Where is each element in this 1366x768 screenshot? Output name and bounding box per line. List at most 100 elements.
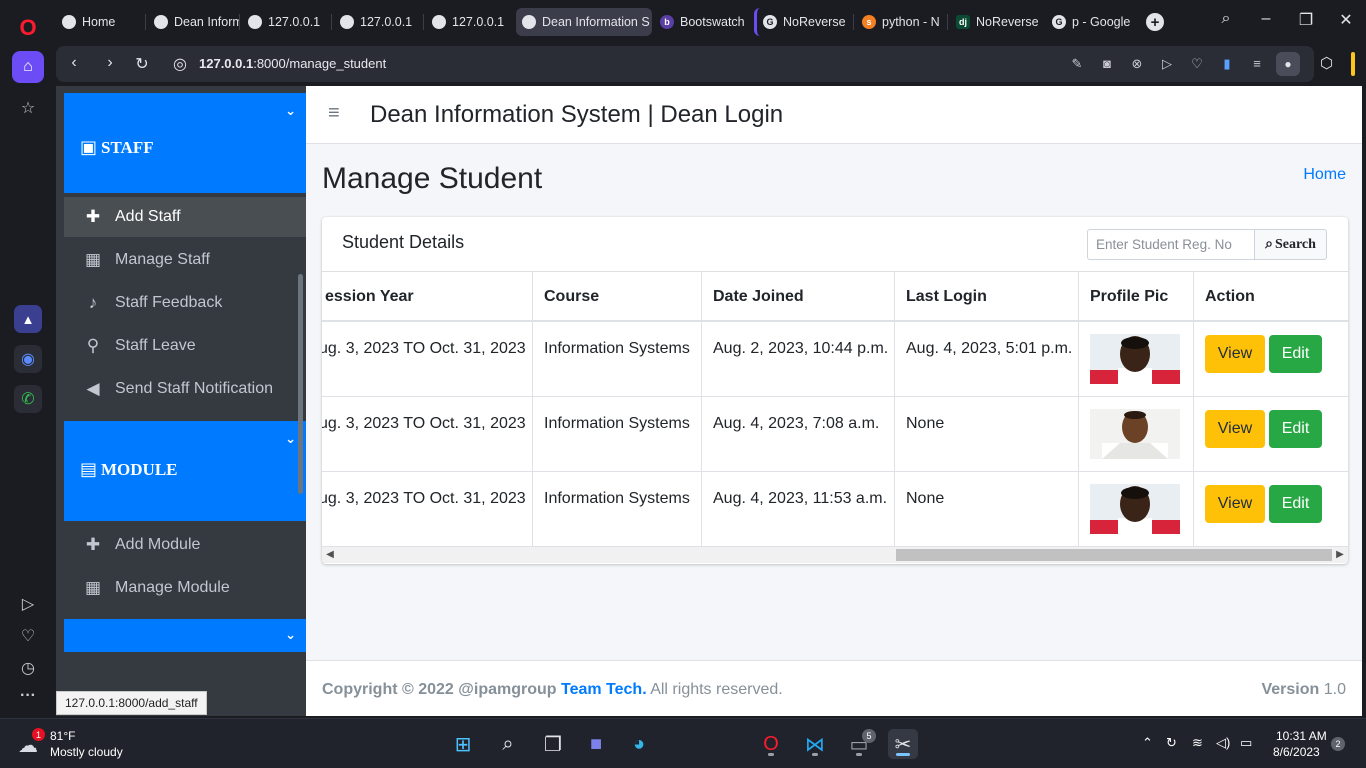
minimize-button[interactable]: – — [1254, 10, 1278, 28]
volume-icon[interactable]: ◁) — [1216, 735, 1230, 751]
scroll-right-arrow-icon[interactable]: ▶ — [1332, 547, 1348, 563]
tab[interactable]: s python - N — [856, 8, 948, 36]
view-button[interactable]: View — [1205, 485, 1265, 523]
table-horizontal-scrollbar[interactable]: ◀ ▶ — [322, 547, 1348, 563]
link-status-tooltip: 127.0.0.1:8000/add_staff — [56, 691, 207, 715]
tab[interactable]: 127.0.0.1 — [334, 8, 424, 36]
chevron-down-icon[interactable]: ⌄ — [285, 431, 296, 447]
url-field[interactable]: 127.0.0.1:8000/manage_student — [199, 56, 386, 71]
scroll-left-arrow-icon[interactable]: ◀ — [322, 547, 338, 563]
sidebar-item-add-staff[interactable]: ✚ Add Staff — [64, 197, 306, 237]
sidebar-item-add-module[interactable]: ✚ Add Module — [64, 525, 306, 565]
google-icon: G — [763, 15, 777, 29]
sidebar-item-staff-leave[interactable]: ⚲ Staff Leave — [64, 326, 306, 366]
extensions-icon[interactable]: ⬡ — [1320, 54, 1333, 72]
search-tabs-icon[interactable]: ⌕ — [1214, 10, 1238, 28]
maximize-button[interactable]: ❐ — [1294, 10, 1318, 30]
clock-date[interactable]: 8/6/2023 — [1273, 745, 1320, 759]
view-button[interactable]: View — [1205, 410, 1265, 448]
tab[interactable]: dj NoReverse — [950, 8, 1042, 36]
tab[interactable]: Dean Inform — [148, 8, 240, 36]
bootswatch-icon: b — [660, 15, 674, 29]
card-header: Student Details ⌕Search — [322, 217, 1348, 272]
star-icon[interactable]: ☆ — [12, 92, 44, 124]
wifi-icon[interactable]: ≋ — [1192, 735, 1203, 751]
player-icon[interactable]: ▷ — [12, 588, 44, 620]
hamburger-menu-icon[interactable]: ≡ — [328, 102, 340, 125]
app-sidebar: ▣ STAFF ⌄ ✚ Add Staff ▦ Manage Staff ♪ Staff… — [56, 86, 306, 716]
edit-button[interactable]: Edit — [1269, 335, 1322, 373]
search-icon[interactable]: ⌕ — [493, 729, 523, 759]
task-view-icon[interactable]: ❐ — [538, 729, 568, 759]
menu-header-staff[interactable]: ▣ STAFF ⌄ — [64, 93, 306, 193]
column-header: Action — [1193, 272, 1348, 322]
send-icon[interactable]: ▷ — [1158, 56, 1176, 74]
weather-badge: 1 — [32, 728, 45, 741]
weather-description[interactable]: Mostly cloudy — [50, 745, 123, 759]
tab-active[interactable]: Dean Information S — [516, 8, 652, 36]
notification-badge[interactable]: 2 — [1331, 737, 1345, 751]
student-search-input[interactable] — [1087, 229, 1255, 260]
camera-icon[interactable]: ◙ — [1098, 56, 1116, 74]
page-title: Manage Student — [322, 162, 543, 195]
grid-icon: ▦ — [84, 578, 102, 597]
menu-header-module[interactable]: ▤ MODULE ⌄ — [64, 421, 306, 521]
edge-icon[interactable]: ◕ — [624, 729, 654, 759]
aria-icon[interactable]: ▲ — [14, 305, 42, 333]
reload-icon[interactable]: ↻ — [132, 54, 152, 74]
tab[interactable]: 127.0.0.1 — [242, 8, 332, 36]
whatsapp-icon[interactable]: ✆ — [14, 385, 42, 413]
profile-pic — [1090, 409, 1180, 459]
edit-button[interactable]: Edit — [1269, 410, 1322, 448]
card-title: Student Details — [342, 232, 465, 252]
battery-icon[interactable]: ▭ — [1240, 735, 1252, 751]
site-info-icon[interactable]: ◎ — [170, 54, 190, 74]
snipping-tool-icon[interactable]: ✂ — [888, 729, 918, 759]
sidebar-item-manage-staff[interactable]: ▦ Manage Staff — [64, 240, 306, 280]
back-icon[interactable]: ‹ — [64, 54, 84, 72]
close-button[interactable]: ✕ — [1334, 10, 1358, 30]
block-icon[interactable]: ⊗ — [1128, 56, 1146, 74]
tab[interactable]: Home — [56, 8, 146, 36]
messenger-icon[interactable]: ◉ — [14, 345, 42, 373]
clock-time[interactable]: 10:31 AM — [1276, 729, 1327, 743]
sidebar-scrollbar[interactable] — [298, 274, 303, 494]
easy-setup-icon[interactable]: ≡ — [1248, 56, 1266, 74]
tab[interactable]: Gp - Google — [1046, 8, 1138, 36]
weather-temperature[interactable]: 81°F — [50, 729, 75, 743]
team-link[interactable]: Team Tech. — [561, 681, 647, 698]
menu-header-collapsed[interactable]: ⌄ — [64, 619, 306, 652]
battery-saver-icon[interactable]: ▮ — [1218, 56, 1236, 74]
tab[interactable]: 127.0.0.1 — [426, 8, 514, 36]
profile-icon[interactable]: ● — [1276, 52, 1300, 76]
teams-chat-icon[interactable]: ■ — [581, 729, 611, 759]
more-icon[interactable]: ··· — [12, 680, 44, 712]
sync-icon[interactable]: ↻ — [1166, 735, 1177, 751]
new-tab-button[interactable]: + — [1146, 13, 1164, 31]
edit-icon[interactable]: ✎ — [1068, 56, 1086, 74]
heart-icon[interactable]: ♡ — [12, 620, 44, 652]
chevron-down-icon[interactable]: ⌄ — [285, 103, 296, 119]
sidebar-item-staff-feedback[interactable]: ♪ Staff Feedback — [64, 283, 306, 323]
tab[interactable]: b Bootswatch — [654, 8, 746, 36]
heart-icon[interactable]: ♡ — [1188, 56, 1206, 74]
windows-taskbar: ☁ 1 81°F Mostly cloudy ⊞ ⌕ ❐ ■ ◕ O ⋈ ▭ 5… — [0, 718, 1366, 768]
tab[interactable]: G NoReverse — [754, 8, 854, 36]
opera-logo-icon[interactable]: O — [12, 12, 44, 44]
chevron-down-icon[interactable]: ⌄ — [285, 627, 296, 643]
column-divider — [894, 272, 895, 547]
vscode-icon[interactable]: ⋈ — [800, 729, 830, 759]
sidebar-item-manage-module[interactable]: ▦ Manage Module — [64, 568, 306, 608]
view-button[interactable]: View — [1205, 335, 1265, 373]
edit-button[interactable]: Edit — [1269, 485, 1322, 523]
search-button[interactable]: ⌕ Search — [1255, 229, 1327, 260]
opera-taskbar-icon[interactable]: O — [756, 729, 786, 759]
scrollbar-thumb[interactable] — [896, 549, 1332, 561]
home-icon[interactable]: ⌂ — [12, 51, 44, 83]
windows-start-icon[interactable]: ⊞ — [448, 729, 478, 759]
breadcrumb-home-link[interactable]: Home — [1303, 166, 1346, 184]
chevron-up-icon[interactable]: ⌃ — [1142, 735, 1153, 751]
sidebar-item-send-staff-notification[interactable]: ◀ Send Staff Notification — [64, 369, 306, 409]
last-login-cell: None — [906, 490, 945, 507]
forward-icon[interactable]: › — [100, 54, 120, 72]
